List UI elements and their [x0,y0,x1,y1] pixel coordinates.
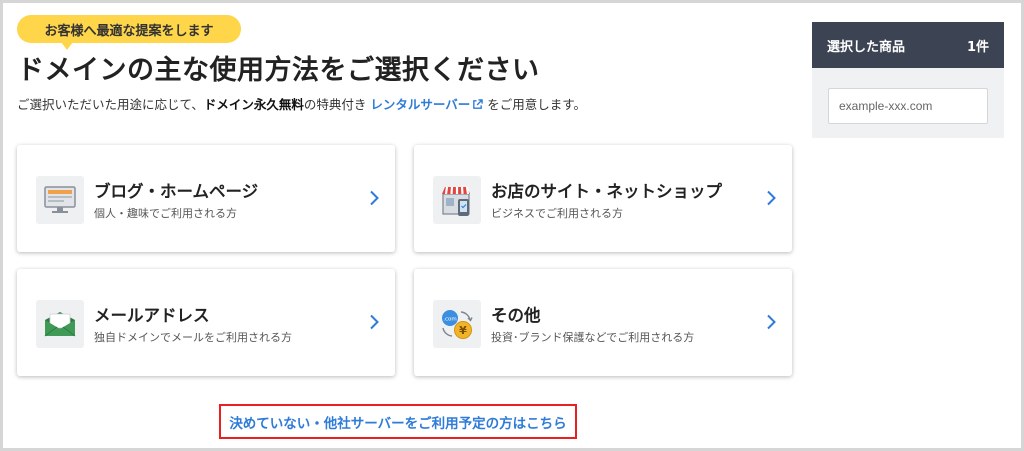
page-title: ドメインの主な使用方法をご選択ください [17,55,540,86]
card-description: 投資･ブランド保護などでご利用される方 [491,331,695,344]
card-title: ブログ・ホームページ [94,182,259,201]
rental-server-link[interactable]: レンタルサーバー [370,97,484,112]
external-link-icon [473,99,484,109]
selected-items-heading: 選択した商品 [827,39,906,55]
page-subtitle: ご選択いただいた用途に応じて、ドメイン永久無料の特典付き レンタルサーバー をご… [17,94,586,113]
card-description: 個人・趣味でご利用される方 [94,207,237,220]
card-title: その他 [491,306,541,325]
chevron-right-icon [767,190,776,206]
chevron-right-icon [370,190,379,206]
card-mail-address[interactable]: メールアドレス 独自ドメインでメールをご利用される方 [17,269,395,376]
card-other[interactable]: .com ¥ その他 投資･ブランド保護などでご利用される方 [414,269,792,376]
undecided-other-server-link[interactable]: 決めていない・他社サーバーをご利用予定の方はこちら [219,404,577,439]
chevron-right-icon [370,314,379,330]
chevron-right-icon [767,314,776,330]
subtitle-suffix: をご用意します。 [487,97,587,112]
selected-items-count: 1件 [966,39,989,55]
svg-text:.com: .com [443,317,457,323]
subtitle-prefix: ご選択いただいた用途に応じて、 [17,97,204,112]
card-shop-site[interactable]: お店のサイト・ネットショップ ビジネスでご利用される方 [414,145,792,252]
domain-input[interactable] [828,88,988,124]
coin-exchange-icon: .com ¥ [433,300,481,348]
card-description: ビジネスでご利用される方 [491,207,623,220]
mail-icon [36,300,84,348]
subtitle-middle: の特典付き [303,97,367,112]
card-description: 独自ドメインでメールをご利用される方 [94,331,292,344]
subtitle-free-domain: ドメイン永久無料 [203,97,304,112]
card-title: メールアドレス [94,306,210,325]
shop-icon [433,176,481,224]
svg-text:¥: ¥ [459,324,467,337]
card-title: お店のサイト・ネットショップ [491,182,722,201]
recommendation-badge: お客様へ最適な提案をします [17,15,241,50]
card-blog-homepage[interactable]: ブログ・ホームページ 個人・趣味でご利用される方 [17,145,395,252]
monitor-icon [36,176,84,224]
selected-items-header: 選択した商品 1件 [812,22,1004,68]
rental-server-link-label: レンタルサーバー [370,97,471,112]
selected-items-panel [812,68,1004,138]
